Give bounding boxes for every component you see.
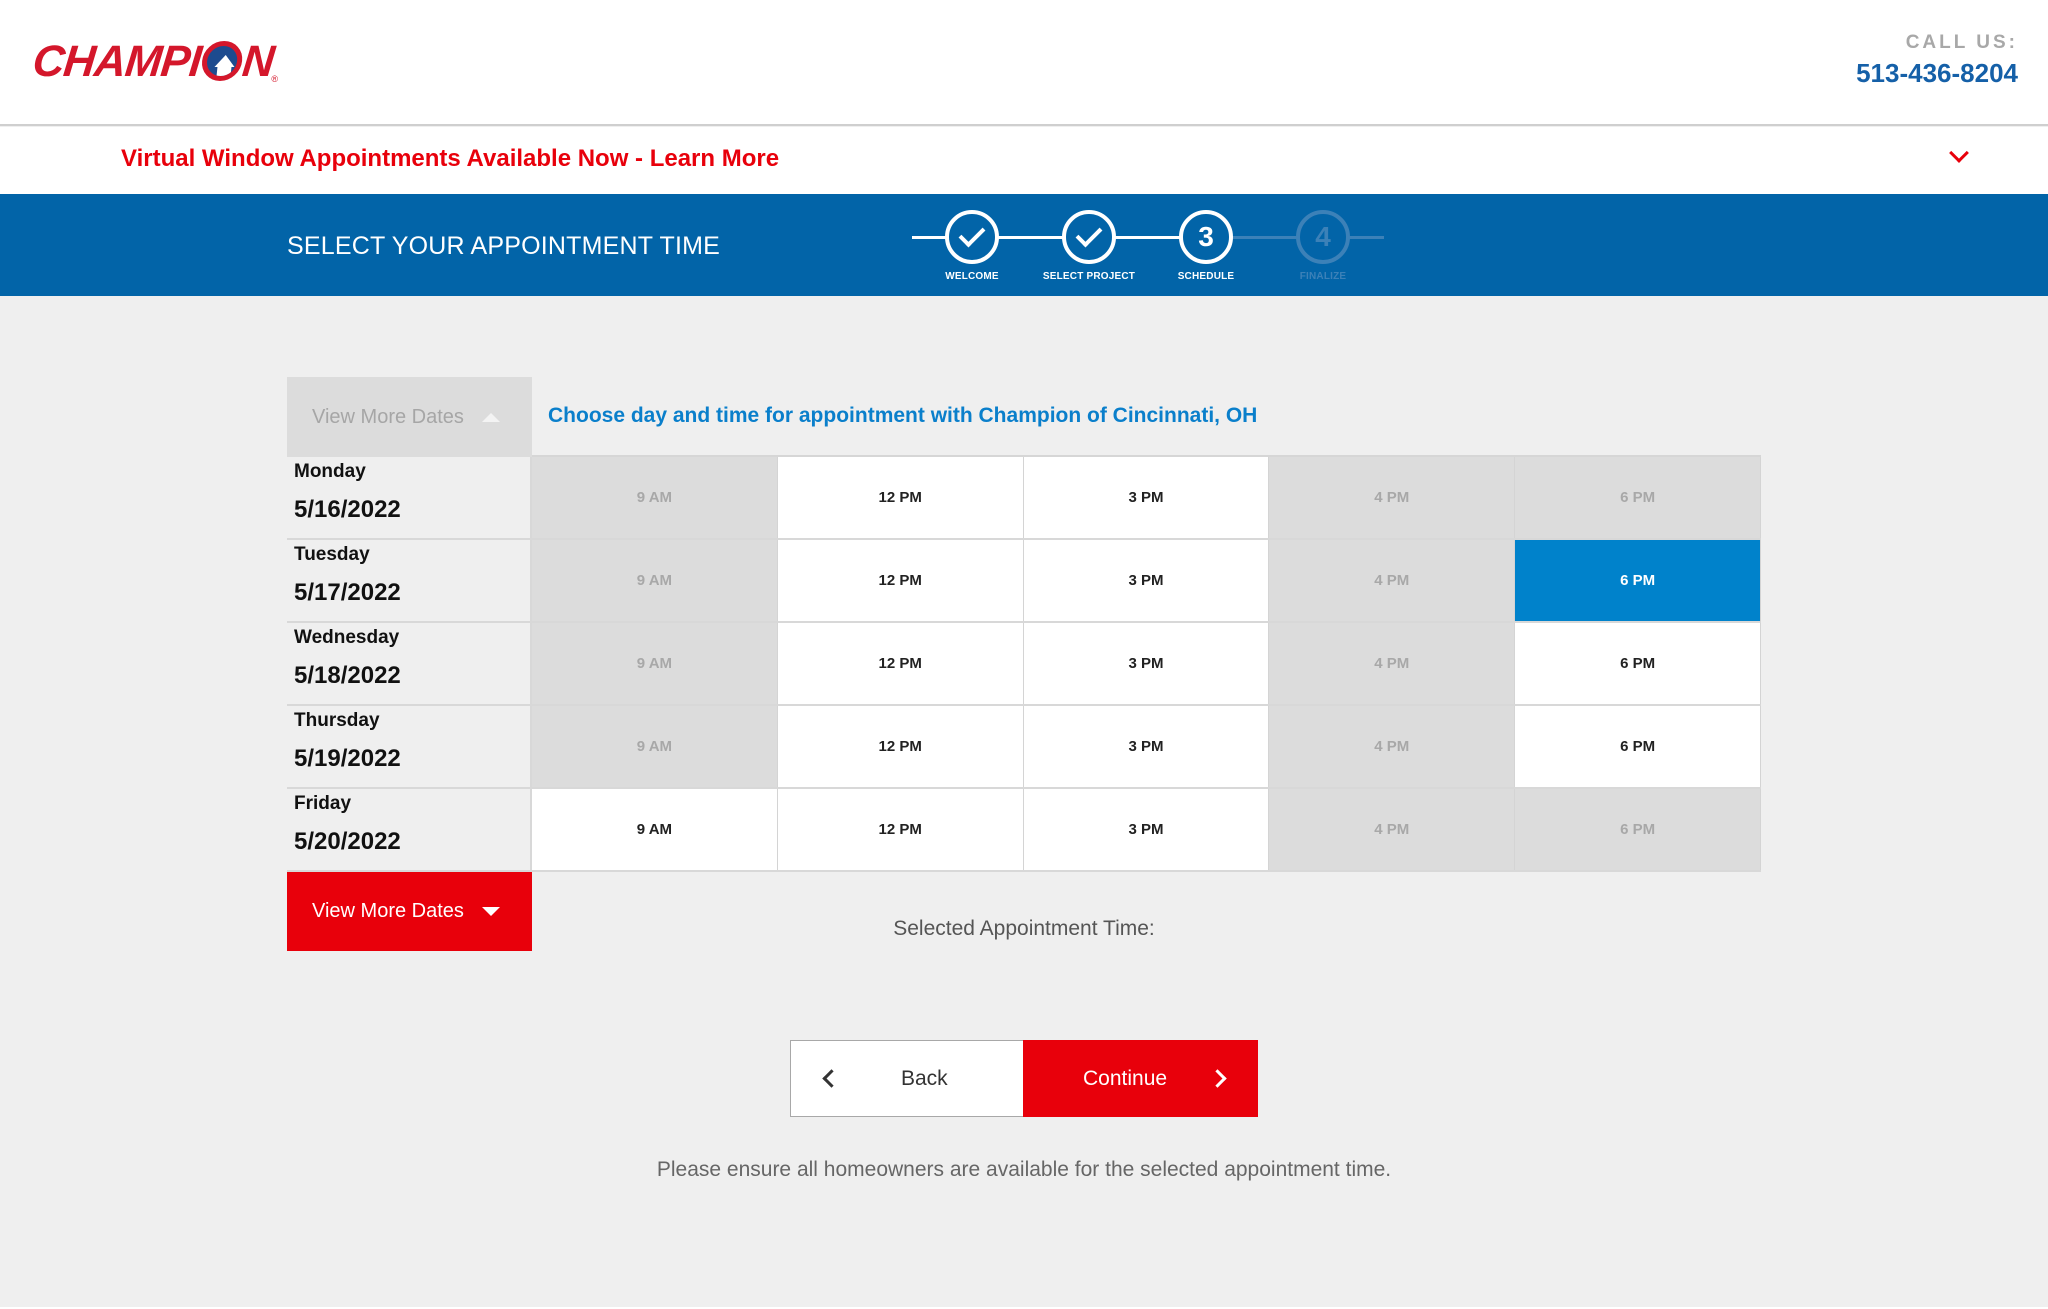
phone-number-link[interactable]: 513-436-8204 bbox=[1856, 58, 2018, 89]
time-slot-unavailable: 9 AM bbox=[532, 457, 778, 538]
time-slot-unavailable: 9 AM bbox=[532, 540, 778, 621]
checkmark-icon bbox=[958, 220, 986, 248]
time-slot-unavailable: 9 AM bbox=[532, 623, 778, 704]
time-slot-available[interactable]: 9 AM bbox=[532, 789, 778, 870]
time-slot-available[interactable]: 6 PM bbox=[1515, 706, 1761, 787]
step-welcome-label: WELCOME bbox=[945, 271, 999, 282]
step-welcome-circle bbox=[945, 210, 999, 264]
checkmark-icon bbox=[1075, 220, 1103, 248]
time-slot-unavailable: 4 PM bbox=[1269, 540, 1516, 621]
day-date: 5/19/2022 bbox=[294, 745, 401, 772]
day-row: Tuesday 5/17/2022 9 AM 12 PM 3 PM 4 PM 6 PM bbox=[287, 540, 1761, 623]
day-row: Wednesday 5/18/2022 9 AM 12 PM 3 PM 4 PM 6 PM bbox=[287, 623, 1761, 706]
day-cell: Tuesday 5/17/2022 bbox=[287, 540, 532, 621]
day-cell: Friday 5/20/2022 bbox=[287, 789, 532, 870]
chevron-left-icon bbox=[822, 1069, 841, 1088]
step-finalize-label: FINALIZE bbox=[1299, 271, 1347, 282]
time-slot-available[interactable]: 6 PM bbox=[1515, 623, 1761, 704]
house-emblem-icon bbox=[199, 41, 244, 82]
time-slot-unavailable: 4 PM bbox=[1269, 789, 1516, 870]
time-slot-unavailable: 4 PM bbox=[1269, 457, 1516, 538]
day-name: Thursday bbox=[294, 710, 380, 731]
day-name: Monday bbox=[294, 461, 366, 482]
homeowners-notice: Please ensure all homeowners are availab… bbox=[656, 1158, 1392, 1181]
time-slot-unavailable: 9 AM bbox=[532, 706, 778, 787]
schedule-caption: Choose day and time for appointment with… bbox=[548, 404, 1258, 427]
chevron-right-icon bbox=[1208, 1069, 1227, 1088]
call-us-label: CALL US: bbox=[1905, 32, 2018, 53]
page-title: SELECT YOUR APPOINTMENT TIME bbox=[287, 232, 721, 260]
day-cell: Wednesday 5/18/2022 bbox=[287, 623, 532, 704]
day-name: Friday bbox=[294, 793, 352, 814]
step-schedule-circle: 3 bbox=[1179, 210, 1233, 264]
day-date: 5/16/2022 bbox=[294, 496, 401, 523]
back-button-label: Back bbox=[901, 1066, 948, 1090]
view-more-dates-previous-button[interactable]: View More Dates bbox=[287, 377, 532, 457]
time-slot-available[interactable]: 3 PM bbox=[1023, 540, 1270, 621]
time-slot-selected[interactable]: 6 PM bbox=[1515, 540, 1761, 621]
appointment-grid: Monday 5/16/2022 9 AM 12 PM 3 PM 4 PM 6 PM Tues… bbox=[287, 457, 1761, 872]
day-row: Monday 5/16/2022 9 AM 12 PM 3 PM 4 PM 6 PM bbox=[287, 457, 1761, 540]
continue-button-label: Continue bbox=[1083, 1066, 1168, 1090]
time-slot-available[interactable]: 3 PM bbox=[1023, 623, 1270, 704]
time-slot-unavailable: 4 PM bbox=[1269, 623, 1516, 704]
site-header: CHAMPI N ® CALL US: 513-436-8204 bbox=[0, 0, 2048, 126]
step-select-project-circle bbox=[1062, 210, 1116, 264]
time-slot-available[interactable]: 12 PM bbox=[777, 457, 1024, 538]
day-date: 5/17/2022 bbox=[294, 579, 401, 606]
step-number: 4 bbox=[1315, 221, 1331, 252]
back-button[interactable]: Back bbox=[790, 1040, 1024, 1117]
step-select-project-label: SELECT PROJECT bbox=[1042, 271, 1136, 282]
time-slot-unavailable: 6 PM bbox=[1515, 789, 1761, 870]
day-cell: Monday 5/16/2022 bbox=[287, 457, 532, 538]
logo-text: CHAMPI N bbox=[30, 37, 276, 86]
day-name: Wednesday bbox=[294, 627, 400, 648]
progress-stepper: WELCOME SELECT PROJECT 3 SCHEDULE 4 FINA… bbox=[912, 200, 1384, 290]
time-slot-available[interactable]: 12 PM bbox=[777, 623, 1024, 704]
registered-mark: ® bbox=[271, 74, 278, 84]
champion-logo[interactable]: CHAMPI N ® bbox=[30, 37, 278, 86]
time-slot-available[interactable]: 3 PM bbox=[1023, 789, 1270, 870]
triangle-down-icon bbox=[481, 907, 500, 916]
time-slot-unavailable: 4 PM bbox=[1269, 706, 1516, 787]
time-slot-available[interactable]: 12 PM bbox=[777, 706, 1024, 787]
day-row: Friday 5/20/2022 9 AM 12 PM 3 PM 4 PM 6 PM bbox=[287, 789, 1761, 872]
step-number: 3 bbox=[1198, 221, 1214, 252]
time-slot-available[interactable]: 3 PM bbox=[1023, 706, 1270, 787]
step-schedule-label: SCHEDULE bbox=[1177, 271, 1235, 282]
selected-appointment-time-label: Selected Appointment Time: bbox=[893, 917, 1155, 940]
day-date: 5/20/2022 bbox=[294, 828, 401, 855]
virtual-appointments-link[interactable]: Virtual Window Appointments Available No… bbox=[121, 145, 779, 173]
triangle-up-icon bbox=[481, 412, 500, 422]
time-slot-available[interactable]: 12 PM bbox=[777, 540, 1024, 621]
continue-button[interactable]: Continue bbox=[1023, 1040, 1258, 1117]
day-cell: Thursday 5/19/2022 bbox=[287, 706, 532, 787]
day-row: Thursday 5/19/2022 9 AM 12 PM 3 PM 4 PM 6 PM bbox=[287, 706, 1761, 789]
time-slot-available[interactable]: 12 PM bbox=[777, 789, 1024, 870]
day-date: 5/18/2022 bbox=[294, 662, 401, 689]
time-slot-available[interactable]: 3 PM bbox=[1023, 457, 1270, 538]
time-slot-unavailable: 6 PM bbox=[1515, 457, 1761, 538]
step-finalize-circle: 4 bbox=[1296, 210, 1350, 264]
view-more-dates-label: View More Dates bbox=[312, 405, 464, 428]
day-name: Tuesday bbox=[294, 544, 370, 565]
